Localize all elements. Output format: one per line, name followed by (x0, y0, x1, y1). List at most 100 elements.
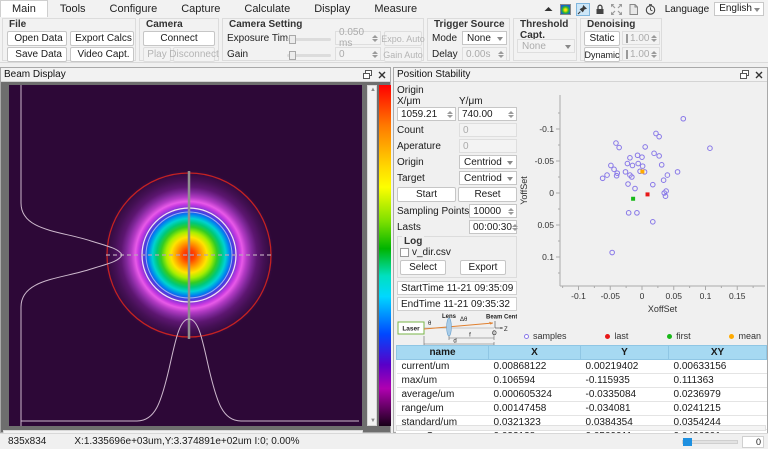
export-calcs-button[interactable]: Export Calcs (70, 31, 134, 46)
camera-setting-group: Camera Setting Exposure Tim 0.050 ms Exp… (222, 18, 424, 61)
table-row[interactable]: average/um0.000605324-0.03350840.0236979 (397, 388, 767, 402)
trigger-delay-field[interactable]: 0.00s (462, 47, 507, 61)
gain-value-field[interactable]: 0 (335, 47, 381, 61)
gain-slider-thumb[interactable] (289, 51, 296, 60)
log-file-name: v_dir.csv (412, 247, 514, 258)
lasts-value: 00:00:30 (473, 222, 512, 233)
lasts-field[interactable]: 00:00:30 (469, 220, 517, 234)
sample-point (623, 170, 628, 175)
position-stability-content: Origin X/μm Y/μm 1059.21 740.00 (394, 82, 767, 432)
position-stability-titlebar: Position Stability (394, 68, 767, 82)
exposure-value-field[interactable]: 0.050 ms (335, 31, 381, 45)
static-denoise-checkbox[interactable] (626, 34, 628, 43)
reset-button[interactable]: Reset (458, 187, 517, 202)
menu-tab-tools[interactable]: Tools (48, 0, 98, 17)
start-button[interactable]: Start (397, 187, 456, 202)
menu-tab-configure[interactable]: Configure (98, 0, 170, 17)
lock-icon[interactable] (593, 3, 607, 16)
exposure-slider[interactable] (287, 38, 331, 41)
chevron-down-icon (507, 177, 513, 181)
origin-mode-label: Origin (397, 157, 459, 168)
sample-point (661, 178, 666, 183)
threshold-select[interactable]: None (517, 39, 575, 53)
table-row[interactable]: max/um0.106594-0.1159350.111363 (397, 374, 767, 388)
svg-text:θ: θ (428, 321, 432, 327)
aperture-label: Aperature (397, 141, 459, 152)
exposure-auto-button[interactable]: Expo. Auto (384, 31, 422, 46)
x-origin-field[interactable]: 1059.21 (397, 107, 456, 121)
x-origin-spinner[interactable] (447, 111, 453, 118)
sampling-points-spinner[interactable] (508, 208, 514, 215)
video-capture-button[interactable]: Video Capt. (70, 47, 134, 62)
table-row[interactable]: range/um0.00147458-0.0340810.0241215 (397, 402, 767, 416)
connect-button[interactable]: Connect (143, 31, 215, 46)
select-log-button[interactable]: Select (400, 260, 446, 275)
collapse-toolbar-button[interactable] (542, 3, 556, 16)
table-horizontal-scrollbar[interactable] (396, 425, 766, 431)
menu-tab-calculate[interactable]: Calculate (232, 0, 302, 17)
colormap-icon[interactable] (559, 3, 573, 16)
open-data-button[interactable]: Open Data (7, 31, 67, 46)
export-label: Export (469, 262, 498, 273)
exposure-spinner[interactable] (372, 35, 378, 42)
play-button[interactable]: Play (143, 47, 171, 62)
float-panel-icon[interactable] (361, 69, 373, 80)
connect-label: Connect (160, 33, 197, 44)
trigger-delay-spinner[interactable] (498, 51, 504, 58)
beam-image[interactable] (9, 85, 362, 426)
sample-point (650, 220, 655, 225)
save-data-button[interactable]: Save Data (7, 47, 67, 62)
y-origin-field[interactable]: 740.00 (458, 107, 517, 121)
fit-window-icon[interactable] (610, 3, 624, 16)
static-denoise-field[interactable]: 1.00 (622, 31, 660, 45)
menu-tab-capture[interactable]: Capture (169, 0, 232, 17)
svg-text:-0.1: -0.1 (571, 291, 586, 301)
toolbar: File Open Data Export Calcs Save Data Vi… (0, 17, 768, 63)
dynamic-denoise-spinner[interactable] (651, 51, 657, 58)
sampling-points-value: 10000 (473, 206, 501, 217)
gain-auto-label: Gain Auto (383, 50, 423, 60)
sample-point (675, 170, 680, 175)
dynamic-denoise-button[interactable]: Dynamic (584, 47, 620, 62)
export-log-button[interactable]: Export (460, 260, 506, 275)
trigger-source-group-label: Trigger Source (432, 19, 507, 30)
chevron-down-icon (754, 8, 760, 12)
pin-icon[interactable] (576, 3, 590, 16)
status-slider-thumb[interactable] (683, 438, 692, 446)
log-file-checkbox[interactable] (400, 248, 409, 257)
gain-auto-button[interactable]: Gain Auto (384, 47, 422, 62)
float-panel-icon[interactable] (738, 69, 750, 80)
target-mode-select[interactable]: Centriod (459, 171, 517, 185)
document-icon[interactable] (627, 3, 641, 16)
dynamic-denoise-checkbox[interactable] (626, 50, 628, 59)
sample-point (626, 211, 631, 216)
static-denoise-spinner[interactable] (651, 35, 657, 42)
trigger-delay-label: Delay (432, 49, 458, 60)
static-denoise-button[interactable]: Static (584, 31, 620, 46)
gain-slider[interactable] (287, 54, 331, 57)
origin-mode-select[interactable]: Centriod (459, 155, 517, 169)
legend-marker (729, 334, 734, 339)
table-row[interactable]: current/um0.008681220.002194020.00633156 (397, 360, 767, 374)
dynamic-denoise-field[interactable]: 1.00 (622, 47, 660, 61)
exposure-slider-thumb[interactable] (289, 35, 296, 44)
svg-text:-0.05: -0.05 (535, 156, 555, 166)
svg-text:-0.05: -0.05 (601, 291, 621, 301)
status-slider-value: 0 (742, 436, 764, 448)
language-select[interactable]: English (714, 2, 764, 16)
status-slider[interactable] (682, 440, 738, 444)
menu-tab-display[interactable]: Display (302, 0, 362, 17)
menu-tab-main[interactable]: Main (0, 0, 48, 17)
disconnect-button[interactable]: Disconnect (173, 47, 215, 62)
sample-point (643, 145, 648, 150)
menu-tab-measure[interactable]: Measure (362, 0, 429, 17)
timer-icon[interactable] (644, 3, 658, 16)
sampling-points-field[interactable]: 10000 (469, 204, 517, 218)
beam-vertical-scrollbar[interactable]: ▲▼ (367, 85, 377, 426)
y-origin-spinner[interactable] (508, 111, 514, 118)
gain-spinner[interactable] (372, 51, 378, 58)
close-panel-icon[interactable] (753, 69, 765, 80)
close-panel-icon[interactable] (376, 69, 388, 80)
aperture-field: 0 (459, 139, 517, 153)
trigger-mode-select[interactable]: None (462, 31, 507, 45)
